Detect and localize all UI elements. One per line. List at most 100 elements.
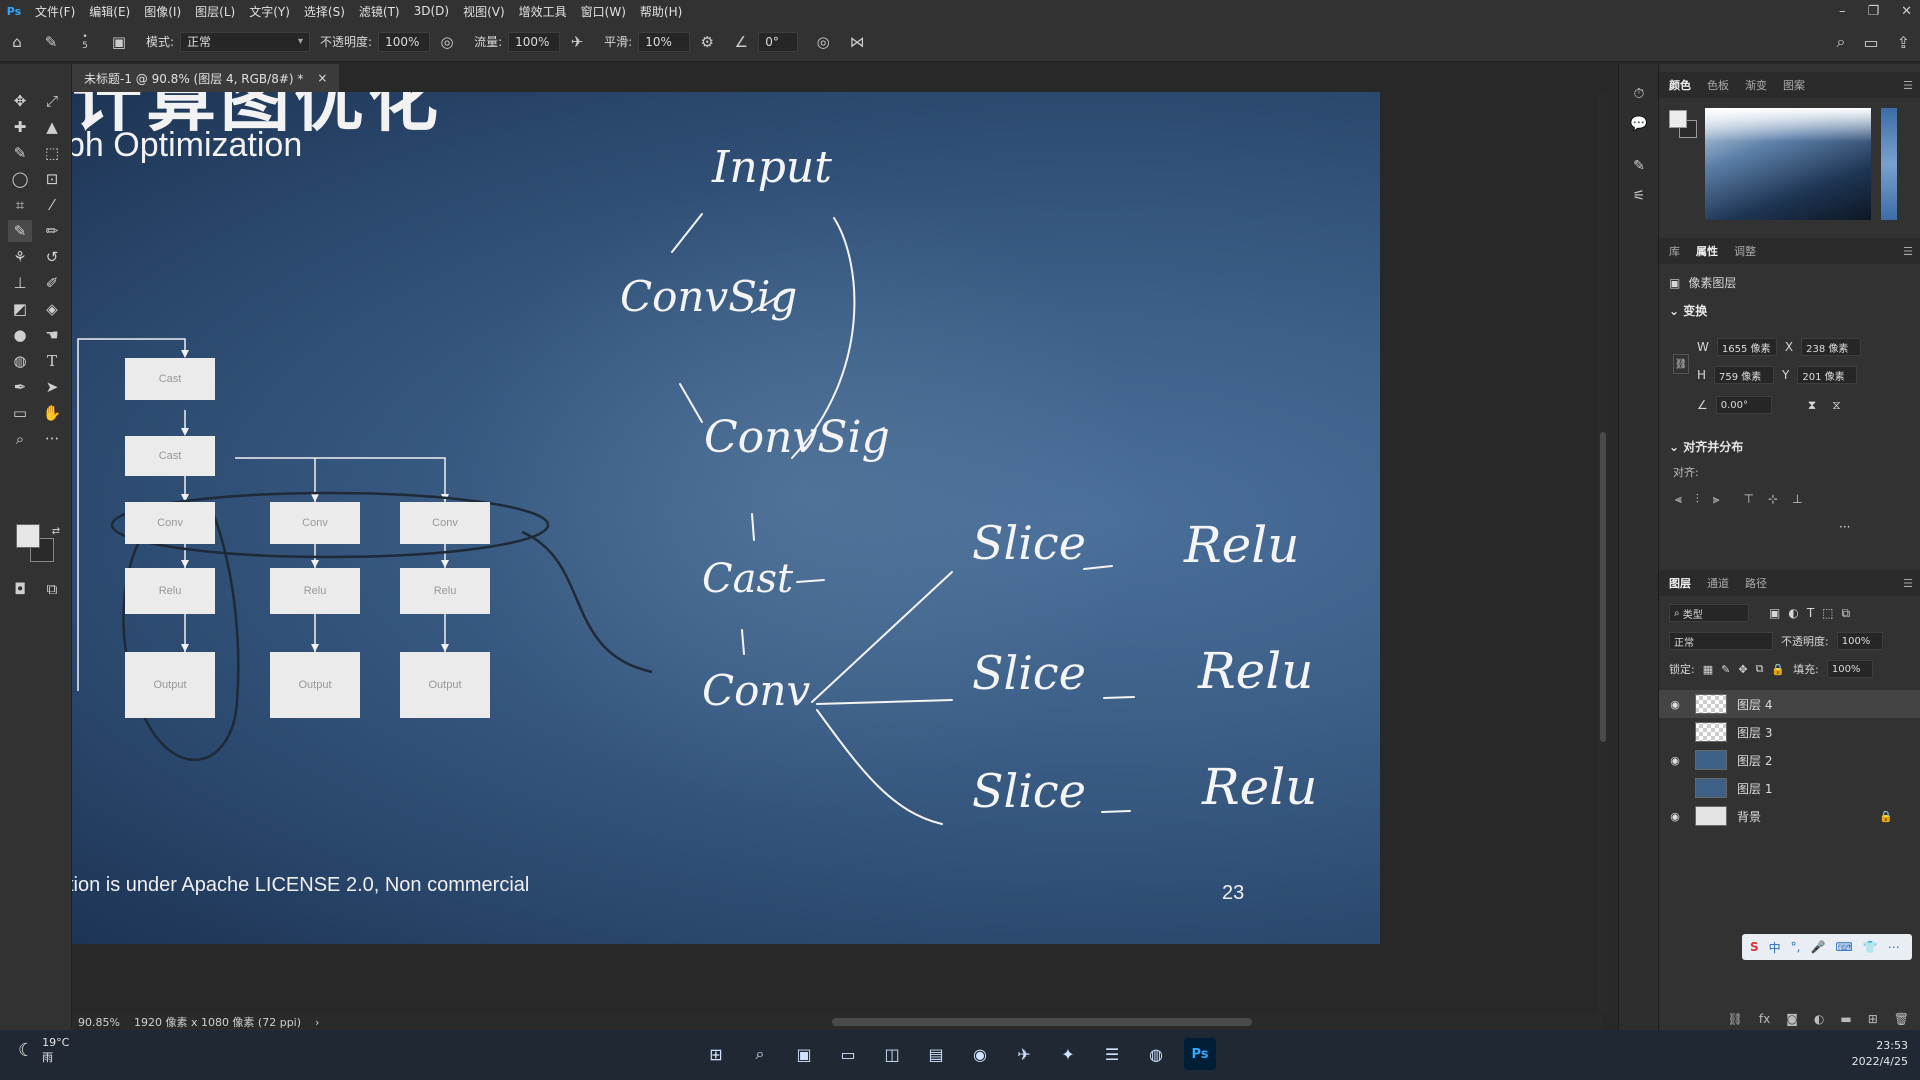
wechat-icon[interactable]: ✦ xyxy=(1052,1038,1084,1070)
menu-view[interactable]: 视图(V) xyxy=(456,3,512,20)
trash-icon[interactable]: 🗑 xyxy=(1894,1012,1909,1026)
x-field[interactable]: 238 像素 xyxy=(1801,338,1862,356)
tab-color[interactable]: 颜色 xyxy=(1669,77,1691,93)
align-hcenter-icon[interactable]: ⫶ xyxy=(1696,492,1699,507)
sharpen-tool-icon[interactable]: ▲ xyxy=(40,116,64,138)
foreground-color-swatch[interactable] xyxy=(16,524,40,548)
close-button[interactable]: ✕ xyxy=(1901,4,1912,19)
airbrush-icon[interactable]: ✈ xyxy=(566,31,588,53)
share-icon[interactable]: ⇪ xyxy=(1897,33,1910,52)
artboard-tool-icon[interactable]: ⤢ xyxy=(40,90,64,112)
rotation-field[interactable]: 0.00° xyxy=(1715,396,1772,414)
flip-vertical-icon[interactable]: ⧖ xyxy=(1832,398,1840,413)
zoom-level[interactable]: 90.85% xyxy=(78,1016,120,1029)
align-left-icon[interactable]: ⫷ xyxy=(1675,492,1682,507)
brush-tool-icon[interactable]: ✎ xyxy=(8,220,32,242)
edge-icon[interactable]: ◍ xyxy=(1140,1038,1172,1070)
tab-swatches[interactable]: 色板 xyxy=(1707,77,1729,93)
hand-tool-icon[interactable]: ✋ xyxy=(40,402,64,424)
quick-mask-icon[interactable]: ◘ xyxy=(8,578,32,600)
tab-properties[interactable]: 属性 xyxy=(1696,243,1718,259)
mask-icon[interactable]: ◙ xyxy=(1786,1012,1798,1026)
panel-menu-icon[interactable]: ☰ xyxy=(1903,79,1913,92)
menu-file[interactable]: 文件(F) xyxy=(28,3,82,20)
document-tab[interactable]: 未标题-1 @ 90.8% (图层 4, RGB/8#) * × xyxy=(72,64,340,92)
align-right-icon[interactable]: ⫸ xyxy=(1713,492,1720,507)
layer-name[interactable]: 图层 3 xyxy=(1737,724,1772,741)
link-proportions-icon[interactable]: ⛓ xyxy=(1673,354,1689,374)
bird-app-icon[interactable]: ✈ xyxy=(1008,1038,1040,1070)
color-picker-field[interactable] xyxy=(1705,108,1871,220)
home-icon[interactable]: ⌂ xyxy=(6,31,28,53)
layer-row[interactable]: 图层 3 xyxy=(1659,718,1920,746)
search-icon[interactable]: ⌕ xyxy=(744,1038,776,1070)
rectangle-tool-icon[interactable]: ▭ xyxy=(8,402,32,424)
layer-name[interactable]: 图层 2 xyxy=(1737,752,1772,769)
tab-adjustments[interactable]: 调整 xyxy=(1734,243,1756,259)
flip-horizontal-icon[interactable]: ⧗ xyxy=(1808,398,1816,413)
filter-shape-icon[interactable]: ⬚ xyxy=(1822,606,1833,620)
layer-name[interactable]: 背景 xyxy=(1737,808,1761,825)
menu-image[interactable]: 图像(I) xyxy=(137,3,188,20)
gear-icon[interactable]: ⚙ xyxy=(696,31,718,53)
blur-tool-icon[interactable]: ● xyxy=(8,324,32,346)
screen-mode-icon[interactable]: ⧉ xyxy=(40,578,64,600)
task-view-icon[interactable]: ▣ xyxy=(788,1038,820,1070)
punctuation-icon[interactable]: °, xyxy=(1791,940,1801,954)
brush-settings-icon[interactable]: ▣ xyxy=(108,31,130,53)
opacity-input[interactable]: 100% xyxy=(378,31,431,52)
layer-row[interactable]: ◉ 背景 🔒 xyxy=(1659,802,1920,830)
angle-input[interactable]: 0° xyxy=(758,31,799,52)
fill-input[interactable]: 100% xyxy=(1826,660,1873,678)
keyboard-icon[interactable]: ⌨ xyxy=(1835,940,1852,954)
link-icon[interactable]: ⛓ xyxy=(1728,1012,1743,1026)
eye-icon[interactable]: ◉ xyxy=(1665,698,1685,711)
symmetry-icon[interactable]: ⋈ xyxy=(846,31,868,53)
workspace-icon[interactable]: ▭ xyxy=(1863,33,1878,52)
marquee-tool-icon[interactable]: ⬚ xyxy=(40,142,64,164)
lasso-tool-icon[interactable]: ◯ xyxy=(8,168,32,190)
filter-pixel-icon[interactable]: ▣ xyxy=(1769,606,1780,620)
layer-filter-select[interactable]: ⌕ 类型 xyxy=(1669,604,1749,622)
chrome-icon[interactable]: ◉ xyxy=(964,1038,996,1070)
history-brush-icon[interactable]: ↺ xyxy=(40,246,64,268)
folder-icon[interactable]: ▬ xyxy=(1840,1012,1851,1026)
pressure-size-icon[interactable]: ◎ xyxy=(812,31,834,53)
chat-app-icon[interactable]: ☰ xyxy=(1096,1038,1128,1070)
mixer-brush-icon[interactable]: ✐ xyxy=(40,272,64,294)
menu-help[interactable]: 帮助(H) xyxy=(633,3,689,20)
sogou-logo-icon[interactable]: S xyxy=(1750,940,1759,954)
align-top-icon[interactable]: ⊤ xyxy=(1744,492,1754,507)
layer-row[interactable]: 图层 1 xyxy=(1659,774,1920,802)
tab-paths[interactable]: 路径 xyxy=(1745,575,1767,591)
menu-filter[interactable]: 滤镜(T) xyxy=(352,3,407,20)
layer-row[interactable]: ◉ 图层 2 xyxy=(1659,746,1920,774)
photoshop-taskbar-icon[interactable]: Ps xyxy=(1184,1038,1216,1070)
blend-mode-select[interactable]: 正常 xyxy=(1669,632,1773,650)
more-tools-icon[interactable]: ··· xyxy=(40,428,64,450)
tab-gradients[interactable]: 渐变 xyxy=(1745,77,1767,93)
panel-menu-icon[interactable]: ☰ xyxy=(1903,245,1913,258)
adjust-panel-icon[interactable]: ⚟ xyxy=(1629,186,1649,206)
monitor-icon[interactable]: ▤ xyxy=(920,1038,952,1070)
y-field[interactable]: 201 像素 xyxy=(1797,366,1858,384)
system-clock[interactable]: 23:53 2022/4/25 xyxy=(1852,1038,1908,1070)
object-selection-icon[interactable]: ⊡ xyxy=(40,168,64,190)
new-layer-icon[interactable]: ⊞ xyxy=(1868,1012,1878,1026)
healing-tool-icon[interactable]: ✚ xyxy=(8,116,32,138)
start-icon[interactable]: ⊞ xyxy=(700,1038,732,1070)
lock-position-icon[interactable]: ✥ xyxy=(1738,663,1747,676)
pen-tool-icon[interactable]: ✒ xyxy=(8,376,32,398)
eraser-tool-icon[interactable]: ◩ xyxy=(8,298,32,320)
microphone-icon[interactable]: 🎤 xyxy=(1811,940,1826,954)
eye-icon[interactable]: ◉ xyxy=(1665,754,1685,767)
path-selection-icon[interactable]: ➤ xyxy=(40,376,64,398)
crop-tool-icon[interactable]: ⌗ xyxy=(8,194,32,216)
filter-adjust-icon[interactable]: ◐ xyxy=(1788,606,1798,620)
panel-foreground-swatch[interactable] xyxy=(1669,110,1687,128)
menu-type[interactable]: 文字(Y) xyxy=(242,3,297,20)
ime-language[interactable]: 中 xyxy=(1769,939,1781,956)
more-options-button[interactable]: ··· xyxy=(1839,520,1850,534)
filter-smart-icon[interactable]: ⧉ xyxy=(1842,606,1851,621)
ime-menu-icon[interactable]: ⋯ xyxy=(1888,940,1900,954)
